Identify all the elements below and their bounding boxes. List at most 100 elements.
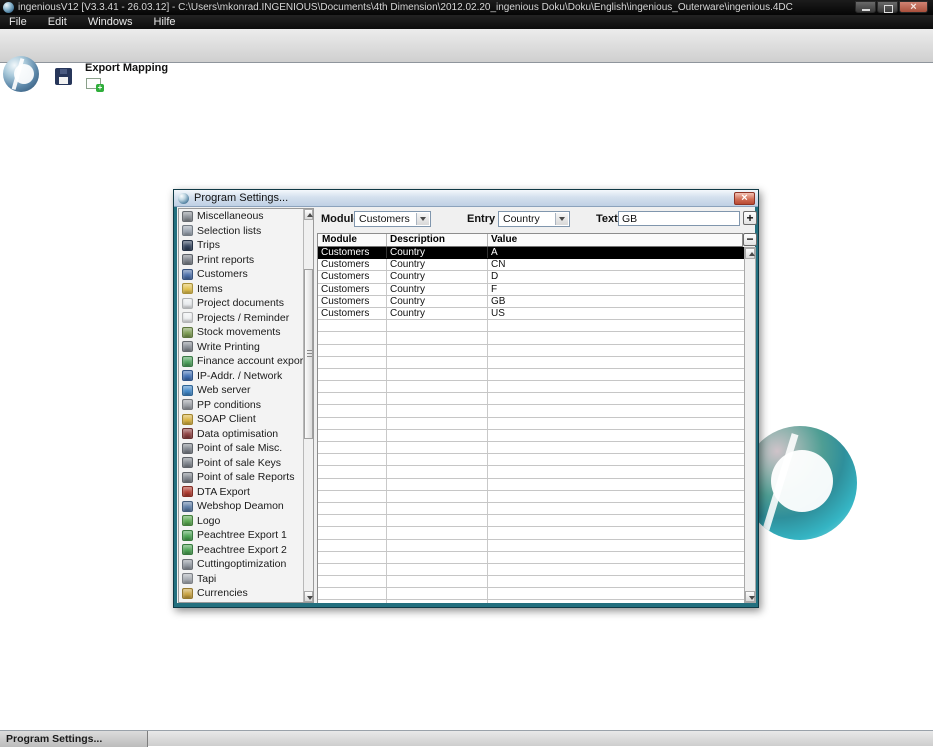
module-select[interactable]: Customers: [354, 211, 431, 227]
column-header-module[interactable]: Module: [318, 234, 387, 246]
dropdown-button[interactable]: [416, 213, 429, 225]
table-empty-row[interactable]: [318, 478, 744, 491]
sidebar-item[interactable]: Point of sale Keys: [179, 456, 304, 471]
scroll-down-button[interactable]: [304, 591, 313, 602]
table-empty-row[interactable]: [318, 393, 744, 406]
table-row[interactable]: Customers Country F: [318, 283, 744, 296]
sidebar-item[interactable]: Write Printing: [179, 340, 304, 355]
cell-description: [387, 332, 488, 344]
sidebar-item[interactable]: Customers: [179, 267, 304, 282]
sidebar-item-label: Point of sale Reports: [197, 471, 295, 484]
table-empty-row[interactable]: [318, 417, 744, 430]
sidebar-item[interactable]: IP-Addr. / Network: [179, 369, 304, 384]
sidebar-item[interactable]: Project documents: [179, 296, 304, 311]
maximize-button[interactable]: [877, 1, 898, 13]
remove-entry-button[interactable]: −: [743, 233, 757, 246]
table-empty-row[interactable]: [318, 454, 744, 467]
sidebar-item[interactable]: Projects / Reminder: [179, 311, 304, 326]
sidebar-item[interactable]: Cuttingoptimization: [179, 557, 304, 572]
text-input[interactable]: [618, 211, 740, 226]
menu-item[interactable]: File: [0, 15, 36, 29]
minimize-button[interactable]: [855, 1, 876, 13]
sidebar-item[interactable]: Miscellaneous: [179, 209, 304, 224]
dropdown-button[interactable]: [555, 213, 568, 225]
table-row[interactable]: Customers Country D: [318, 271, 744, 284]
cell-value: [488, 418, 744, 429]
web-server-icon: [182, 384, 193, 396]
table-row[interactable]: Customers Country CN: [318, 259, 744, 272]
table-row[interactable]: Customers Country US: [318, 307, 744, 321]
sidebar-scrollbar[interactable]: [303, 209, 313, 602]
sidebar-item[interactable]: Peachtree Export 2: [179, 543, 304, 558]
table-empty-row[interactable]: [318, 381, 744, 394]
cell-module: [318, 551, 387, 563]
program-settings-task-button[interactable]: Program Settings...: [0, 731, 148, 747]
table-empty-row[interactable]: [318, 539, 744, 552]
table-empty-row[interactable]: [318, 466, 744, 479]
sidebar-item[interactable]: DTA Export: [179, 485, 304, 500]
sidebar-item[interactable]: Trips: [179, 238, 304, 253]
table-empty-row[interactable]: [318, 405, 744, 418]
sidebar-item[interactable]: Webshop Deamon: [179, 499, 304, 514]
dialog-close-button[interactable]: [734, 192, 755, 205]
table-scrollbar[interactable]: [744, 247, 756, 603]
column-header-description[interactable]: Description: [387, 234, 488, 246]
table-empty-row[interactable]: [318, 563, 744, 577]
dialog-titlebar[interactable]: Program Settings...: [174, 190, 758, 207]
table-empty-row[interactable]: [318, 527, 744, 540]
table-empty-row[interactable]: [318, 442, 744, 455]
window-titlebar[interactable]: ingeniousV12 [V3.3.41 - 26.03.12] - C:\U…: [0, 0, 933, 15]
table-empty-row[interactable]: [318, 515, 744, 528]
webshop-deamon-icon: [182, 500, 193, 512]
cell-module: [318, 429, 387, 441]
sidebar-item[interactable]: Currencies: [179, 586, 304, 601]
sidebar-item[interactable]: Web server: [179, 383, 304, 398]
sidebar-item[interactable]: Data optimisation: [179, 427, 304, 442]
sidebar-item[interactable]: Point of sale Reports: [179, 470, 304, 485]
scroll-up-button[interactable]: [304, 209, 313, 220]
table-empty-row[interactable]: [318, 356, 744, 369]
sidebar-item[interactable]: Items: [179, 282, 304, 297]
sidebar-item[interactable]: Finance account export: [179, 354, 304, 369]
cell-description: [387, 405, 488, 417]
table-empty-row[interactable]: [318, 600, 744, 603]
sidebar-item[interactable]: PP conditions: [179, 398, 304, 413]
table-empty-row[interactable]: [318, 490, 744, 503]
entry-select[interactable]: Country: [498, 211, 570, 227]
sidebar-item[interactable]: Selection lists: [179, 224, 304, 239]
scroll-down-button[interactable]: [745, 591, 755, 602]
column-header-value[interactable]: Value: [488, 234, 742, 246]
table-empty-row[interactable]: [318, 429, 744, 442]
table-empty-row[interactable]: [318, 551, 744, 564]
sidebar-item[interactable]: Logo: [179, 514, 304, 529]
sidebar-item[interactable]: Stock movements: [179, 325, 304, 340]
close-button[interactable]: [899, 1, 928, 13]
sidebar-item[interactable]: SOAP Client: [179, 412, 304, 427]
table-empty-row[interactable]: [318, 368, 744, 382]
sidebar-item-label: Print reports: [197, 253, 255, 266]
table-empty-row[interactable]: [318, 576, 744, 589]
menu-item[interactable]: Windows: [79, 15, 142, 29]
menu-item[interactable]: Edit: [39, 15, 76, 29]
sidebar-scrollbar-thumb[interactable]: [304, 269, 313, 439]
table-empty-row[interactable]: [318, 502, 744, 516]
menu-item[interactable]: Hilfe: [145, 15, 185, 29]
scroll-up-button[interactable]: [745, 248, 755, 259]
table-row[interactable]: Customers Country A: [318, 247, 744, 260]
table-row[interactable]: Customers Country GB: [318, 295, 744, 308]
cell-value: [488, 345, 744, 356]
table-empty-row[interactable]: [318, 320, 744, 333]
sidebar-item[interactable]: Peachtree Export 1: [179, 528, 304, 543]
table-empty-row[interactable]: [318, 344, 744, 357]
add-entry-button[interactable]: +: [743, 211, 757, 225]
sidebar-item[interactable]: Point of sale Misc.: [179, 441, 304, 456]
table-empty-row[interactable]: [318, 588, 744, 601]
cell-value: [488, 600, 744, 603]
sidebar-item-label: DTA Export: [197, 485, 250, 498]
table-empty-row[interactable]: [318, 332, 744, 345]
sidebar-item[interactable]: Print reports: [179, 253, 304, 268]
sidebar-item[interactable]: [179, 601, 304, 603]
table-empty-rows: [318, 320, 744, 603]
cell-module: [318, 502, 387, 515]
sidebar-item[interactable]: Tapi: [179, 572, 304, 587]
